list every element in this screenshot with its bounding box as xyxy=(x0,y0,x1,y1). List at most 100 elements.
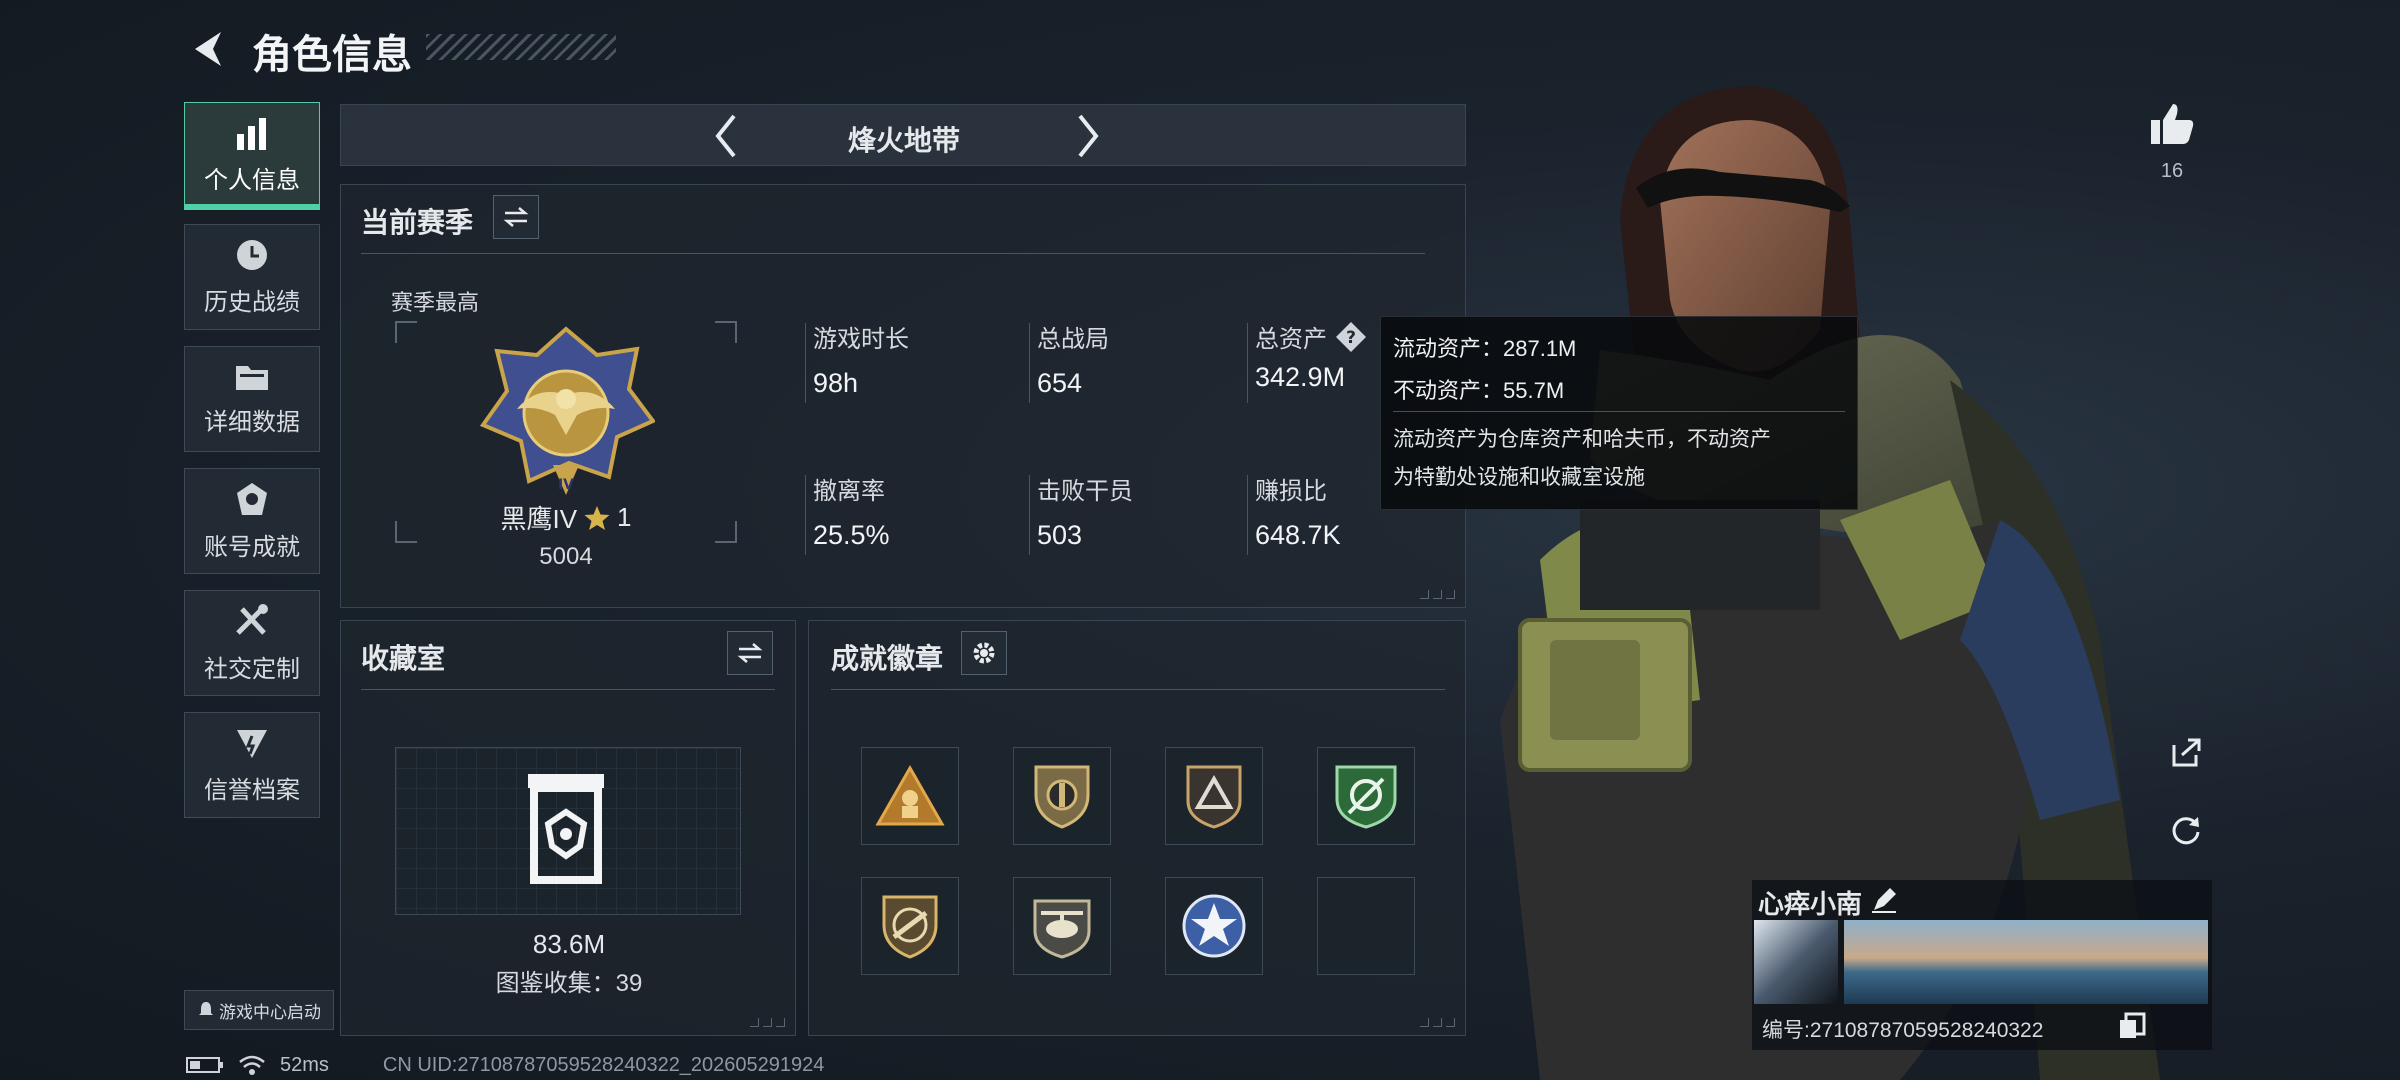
tooltip-description-line2: 为特勤处设施和收藏室设施 xyxy=(1393,466,1645,489)
assets-tooltip: 流动资产：287.1M 不动资产：55.7M 流动资产为仓库资产和哈夫币，不动资… xyxy=(1380,316,1858,510)
stat-profit-loss-ratio: 赚损比 648.7K xyxy=(1247,471,1341,555)
stat-label: 撤离率 xyxy=(813,478,885,505)
badge-slot-empty[interactable] xyxy=(1317,877,1415,975)
season-best-label: 赛季最高 xyxy=(391,290,480,315)
battery-icon xyxy=(186,1057,223,1073)
profile-banner[interactable] xyxy=(1844,920,2208,1004)
achievements-divider xyxy=(831,689,1445,690)
player-id: 编号:27108787059528240322 xyxy=(1762,1019,2044,1042)
chevron-right-icon xyxy=(1078,114,1099,158)
shield-emblem-badge-icon xyxy=(1034,765,1090,829)
stat-value: 342.9M xyxy=(1255,362,1346,392)
achievements-settings-button[interactable] xyxy=(961,631,1007,675)
collection-preview[interactable] xyxy=(395,747,741,915)
green-crest-badge-icon xyxy=(1335,765,1397,829)
reputation-icon xyxy=(237,729,267,758)
helicopter-badge-icon xyxy=(1033,899,1091,959)
thumbs-up-icon xyxy=(2151,104,2194,144)
sidebar-item-personal-info[interactable]: 个人信息 xyxy=(184,102,320,210)
swap-icon xyxy=(503,207,529,227)
stat-operators-defeated: 击败干员 503 xyxy=(1029,471,1133,555)
share-icon xyxy=(2172,738,2201,767)
profile-card: 心瘁小南 编号:27108787059528240322 xyxy=(1752,880,2212,1050)
collection-title: 收藏室 xyxy=(361,643,446,674)
stat-game-time: 游戏时长 98h xyxy=(805,319,909,403)
stat-divider xyxy=(805,323,806,403)
badge-slot[interactable] xyxy=(1013,877,1111,975)
bar-chart-icon xyxy=(237,117,266,150)
stat-label: 赚损比 xyxy=(1255,478,1327,505)
back-arrow-icon xyxy=(195,32,221,66)
panel-corner-decoration xyxy=(1420,590,1455,599)
tooltip-liquid-assets: 流动资产：287.1M xyxy=(1393,336,1577,361)
stat-label: 总战局 xyxy=(1037,326,1109,353)
edit-name-icon[interactable] xyxy=(1870,886,1898,914)
season-divider xyxy=(361,253,1425,254)
star-medal-badge-icon xyxy=(1182,894,1246,958)
badge-slot[interactable] xyxy=(1013,747,1111,845)
stat-extraction-rate: 撤离率 25.5% xyxy=(805,471,890,555)
stat-value: 503 xyxy=(1037,520,1083,550)
back-button[interactable] xyxy=(184,26,230,72)
badge-slot[interactable] xyxy=(1165,877,1263,975)
copy-icon[interactable] xyxy=(2118,1012,2146,1040)
stat-divider xyxy=(1247,475,1248,555)
tools-icon xyxy=(236,603,268,635)
sidebar-item-label: 账号成就 xyxy=(204,533,300,561)
tooltip-divider xyxy=(1393,411,1845,412)
sidebar-item-history[interactable]: 历史战绩 xyxy=(184,224,320,330)
collection-panel: 收藏室 83.6M 图鉴收集：39 xyxy=(340,620,796,1036)
like-button[interactable] xyxy=(2144,96,2200,152)
star-icon xyxy=(584,505,610,530)
stat-label: 总资产 xyxy=(1255,326,1327,353)
badge-slot[interactable] xyxy=(1165,747,1263,845)
svg-text:?: ? xyxy=(1346,328,1356,348)
achievement-icon xyxy=(237,482,267,515)
svg-text:IV: IV xyxy=(558,477,574,493)
sidebar-item-label: 详细数据 xyxy=(204,408,300,436)
collection-divider xyxy=(361,689,775,690)
wifi-icon xyxy=(239,1055,265,1075)
tooltip-description-line1: 流动资产为仓库资产和哈夫币，不动资产 xyxy=(1393,428,1771,451)
help-icon[interactable]: ? xyxy=(1335,321,1367,353)
refresh-button[interactable] xyxy=(2162,806,2210,854)
title-stripes-decoration xyxy=(426,34,616,60)
stat-divider xyxy=(1029,475,1030,555)
stat-value: 25.5% xyxy=(813,520,890,550)
swap-icon xyxy=(737,643,763,663)
triangle-shield-badge-icon xyxy=(1186,765,1242,829)
sidebar-item-label: 个人信息 xyxy=(204,166,300,194)
badge-slot[interactable] xyxy=(861,877,959,975)
badge-slot[interactable] xyxy=(861,747,959,845)
achievements-title: 成就徽章 xyxy=(831,643,944,674)
collection-switch-button[interactable] xyxy=(727,631,773,675)
share-button[interactable] xyxy=(2162,728,2210,776)
panel-corner-decoration xyxy=(750,1018,785,1027)
nickname: 心瘁小南 xyxy=(1758,889,1863,919)
stat-divider xyxy=(1247,323,1248,403)
sidebar-item-label: 信誉档案 xyxy=(204,776,300,804)
season-panel: 当前赛季 赛季最高 IV 黑鹰IV 1 5004 游戏时长 98h 总战局 65… xyxy=(340,184,1466,608)
mode-label: 烽火地带 xyxy=(847,125,960,156)
sidebar-item-social-custom[interactable]: 社交定制 xyxy=(184,590,320,696)
rank-name-row: 黑鹰IV 1 xyxy=(395,499,737,536)
sidebar-item-achievements[interactable]: 账号成就 xyxy=(184,468,320,574)
stat-value: 98h xyxy=(813,368,859,398)
page-title: 角色信息 xyxy=(252,33,412,77)
game-center-launch-button[interactable]: 游戏中心启动 xyxy=(184,990,334,1030)
badge-slot[interactable] xyxy=(1317,747,1415,845)
stat-value: 654 xyxy=(1037,368,1083,398)
stat-divider xyxy=(1029,323,1030,403)
rank-points: 5004 xyxy=(539,543,593,570)
collection-catalog-count: 图鉴收集：39 xyxy=(495,970,643,997)
avatar[interactable] xyxy=(1754,920,1838,1004)
rank-name: 黑鹰IV xyxy=(500,504,578,534)
tooltip-fixed-assets: 不动资产：55.7M xyxy=(1393,378,1565,403)
likes-count: 16 xyxy=(2160,160,2184,182)
stat-label: 游戏时长 xyxy=(813,326,909,353)
bell-icon xyxy=(199,1002,213,1015)
season-switch-button[interactable] xyxy=(493,195,539,239)
next-mode-button[interactable] xyxy=(1063,111,1113,161)
sidebar-item-detailed-data[interactable]: 详细数据 xyxy=(184,346,320,452)
sidebar-item-reputation[interactable]: 信誉档案 xyxy=(184,712,320,818)
